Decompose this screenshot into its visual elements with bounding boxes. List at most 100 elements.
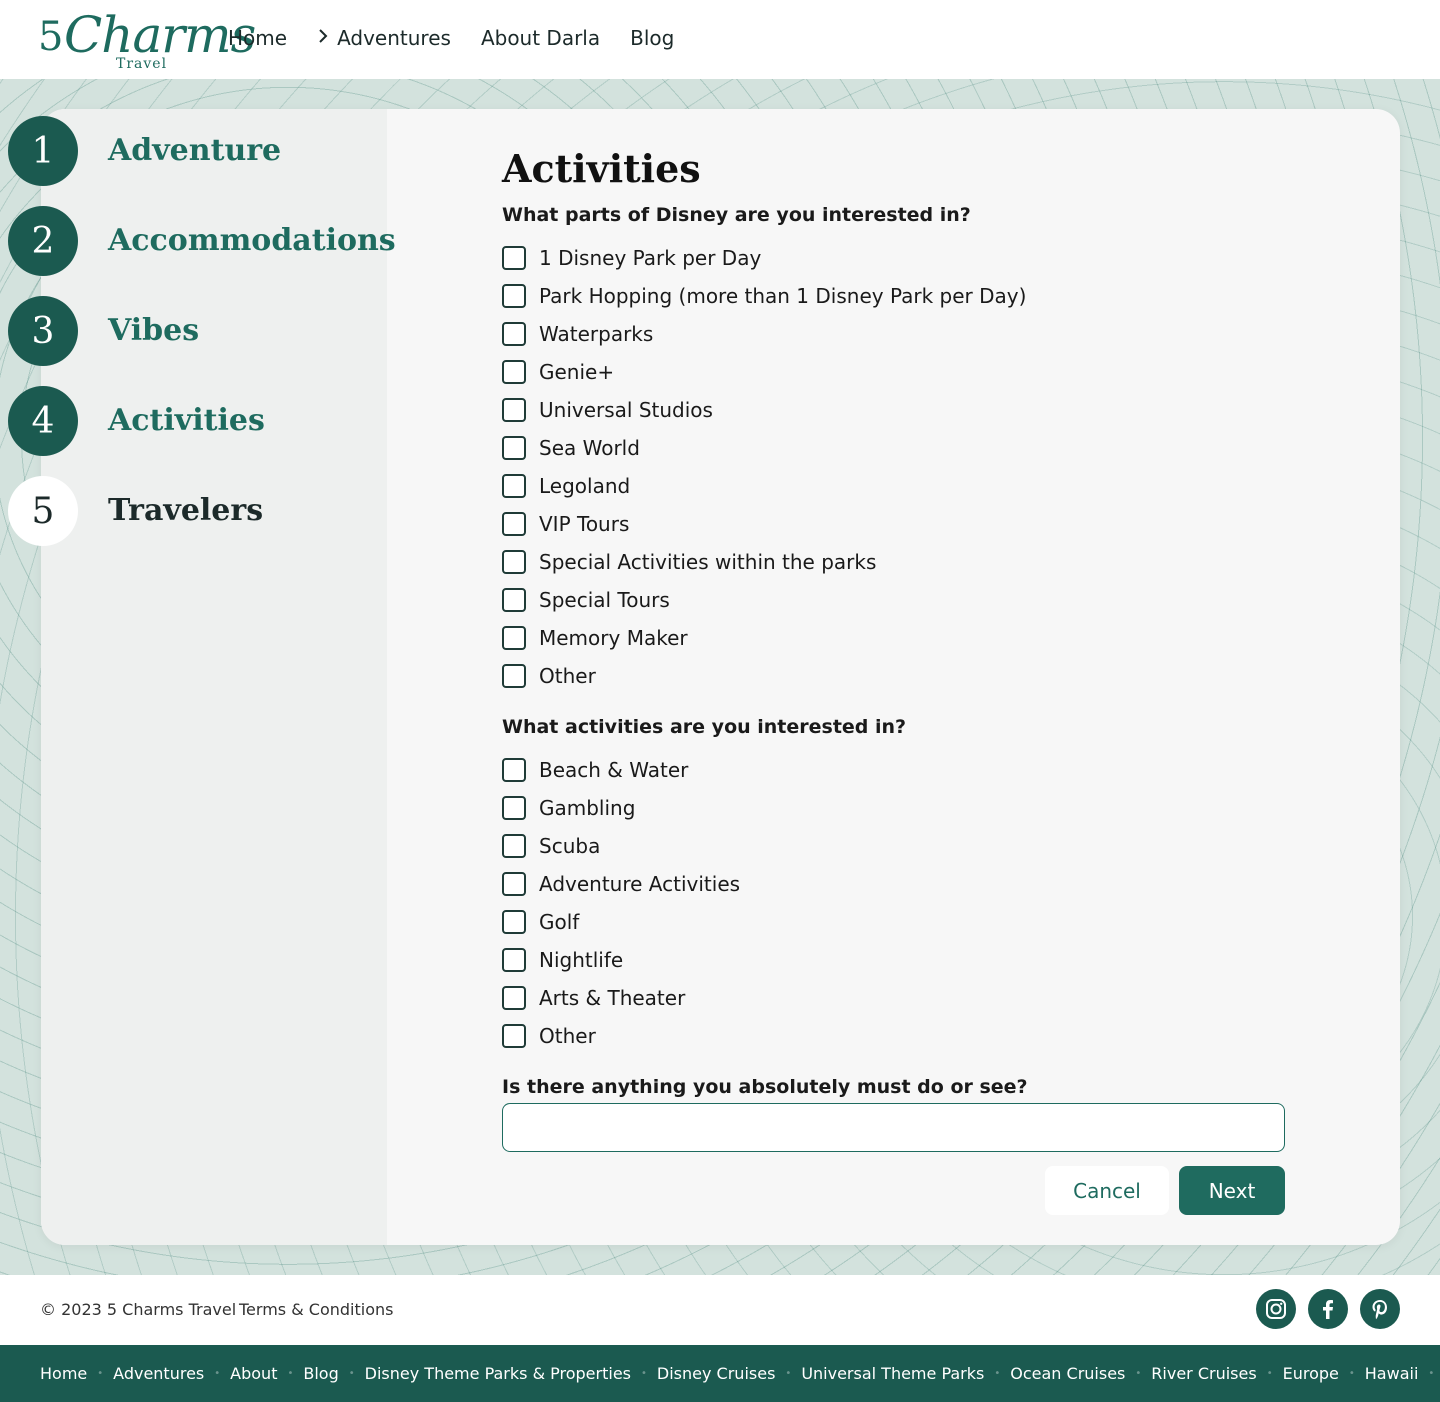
checkbox[interactable] (502, 284, 526, 308)
facebook-icon[interactable] (1308, 1289, 1348, 1329)
disney-option[interactable]: Special Tours (502, 581, 1286, 619)
checkbox-label: Waterparks (539, 322, 654, 346)
checkbox[interactable] (502, 512, 526, 536)
checkbox-label: Adventure Activities (539, 872, 741, 896)
disney-option[interactable]: Genie+ (502, 353, 1286, 391)
checkbox-label: Gambling (539, 796, 636, 820)
footer-link[interactable]: River Cruises (1151, 1364, 1256, 1383)
checkbox[interactable] (502, 398, 526, 422)
copyright-text: © 2023 5 Charms Travel (40, 1300, 237, 1319)
footer-separator: • (214, 1368, 221, 1379)
checkbox[interactable] (502, 322, 526, 346)
activity-option[interactable]: Adventure Activities (502, 865, 1286, 903)
footer-link[interactable]: Home (40, 1364, 87, 1383)
footer-separator: • (785, 1368, 792, 1379)
site-logo[interactable]: 5 Charms Travel (38, 4, 256, 74)
disney-option[interactable]: Memory Maker (502, 619, 1286, 657)
checkbox[interactable] (502, 834, 526, 858)
step-5[interactable]: 5 Travelers (8, 476, 263, 546)
must-do-input[interactable] (502, 1103, 1285, 1152)
main-nav: Home Adventures About Darla Blog (228, 26, 674, 50)
step-sidebar (41, 109, 387, 1245)
footer-link[interactable]: Disney Theme Parks & Properties (365, 1364, 631, 1383)
checkbox-label: Beach & Water (539, 758, 689, 782)
step-label: Accommodations (108, 223, 396, 258)
nav-adventures[interactable]: Adventures (317, 26, 451, 50)
footer-separator: • (1348, 1368, 1355, 1379)
checkbox-label: Special Tours (539, 588, 670, 612)
nav-home[interactable]: Home (228, 26, 287, 50)
checkbox-label: VIP Tours (539, 512, 630, 536)
footer-link[interactable]: Hawaii (1365, 1364, 1419, 1383)
nav-about[interactable]: About Darla (481, 26, 600, 50)
activity-option[interactable]: Scuba (502, 827, 1286, 865)
checkbox[interactable] (502, 796, 526, 820)
chevron-right-icon (317, 28, 329, 49)
footer-separator: • (287, 1368, 294, 1379)
form-actions: Cancel Next (1045, 1166, 1285, 1215)
disney-option[interactable]: Other (502, 657, 1286, 695)
checkbox[interactable] (502, 872, 526, 896)
step-number: 3 (8, 296, 78, 366)
activity-option[interactable]: Other (502, 1017, 1286, 1055)
checkbox[interactable] (502, 664, 526, 688)
disney-option[interactable]: Special Activities within the parks (502, 543, 1286, 581)
checkbox[interactable] (502, 550, 526, 574)
disney-option[interactable]: VIP Tours (502, 505, 1286, 543)
disney-option[interactable]: Park Hopping (more than 1 Disney Park pe… (502, 277, 1286, 315)
step-4[interactable]: 4 Activities (8, 386, 265, 456)
nav-blog[interactable]: Blog (630, 26, 674, 50)
terms-link[interactable]: Terms & Conditions (239, 1300, 393, 1319)
checkbox[interactable] (502, 910, 526, 934)
checkbox-label: Other (539, 664, 596, 688)
disney-options-list: 1 Disney Park per Day Park Hopping (more … (502, 239, 1286, 695)
question-disney-parts: What parts of Disney are you interested … (502, 204, 971, 226)
disney-option[interactable]: Universal Studios (502, 391, 1286, 429)
checkbox[interactable] (502, 758, 526, 782)
pinterest-icon[interactable] (1360, 1289, 1400, 1329)
disney-option[interactable]: Sea World (502, 429, 1286, 467)
footer-link[interactable]: Ocean Cruises (1010, 1364, 1125, 1383)
footer-link[interactable]: Blog (303, 1364, 338, 1383)
checkbox[interactable] (502, 986, 526, 1010)
activity-option[interactable]: Arts & Theater (502, 979, 1286, 1017)
footer: © 2023 5 Charms Travel Terms & Condition… (0, 1275, 1440, 1345)
step-label: Adventure (108, 133, 282, 168)
disney-option[interactable]: Waterparks (502, 315, 1286, 353)
checkbox[interactable] (502, 626, 526, 650)
question-must-do: Is there anything you absolutely must do… (502, 1076, 1028, 1098)
activity-option[interactable]: Gambling (502, 789, 1286, 827)
checkbox-label: 1 Disney Park per Day (539, 246, 762, 270)
checkbox-label: Sea World (539, 436, 640, 460)
step-3[interactable]: 3 Vibes (8, 296, 199, 366)
checkbox-label: Special Activities within the parks (539, 550, 877, 574)
logo-number: 5 (38, 14, 64, 60)
activity-option[interactable]: Nightlife (502, 941, 1286, 979)
footer-link[interactable]: Universal Theme Parks (801, 1364, 984, 1383)
checkbox[interactable] (502, 474, 526, 498)
activity-option[interactable]: Beach & Water (502, 751, 1286, 789)
checkbox[interactable] (502, 948, 526, 972)
footer-separator: • (994, 1368, 1001, 1379)
checkbox[interactable] (502, 246, 526, 270)
next-button[interactable]: Next (1179, 1166, 1285, 1215)
step-2[interactable]: 2 Accommodations (8, 206, 396, 276)
activity-option[interactable]: Golf (502, 903, 1286, 941)
footer-link[interactable]: About (230, 1364, 277, 1383)
step-1[interactable]: 1 Adventure (8, 116, 281, 186)
checkbox[interactable] (502, 1024, 526, 1048)
footer-link[interactable]: Disney Cruises (657, 1364, 776, 1383)
checkbox[interactable] (502, 588, 526, 612)
footer-separator: • (1266, 1368, 1273, 1379)
disney-option[interactable]: Legoland (502, 467, 1286, 505)
step-number: 2 (8, 206, 78, 276)
checkbox[interactable] (502, 360, 526, 384)
footer-link[interactable]: Adventures (113, 1364, 204, 1383)
instagram-icon[interactable] (1256, 1289, 1296, 1329)
footer-link[interactable]: Europe (1283, 1364, 1339, 1383)
checkbox[interactable] (502, 436, 526, 460)
disney-option[interactable]: 1 Disney Park per Day (502, 239, 1286, 277)
cancel-button[interactable]: Cancel (1045, 1166, 1169, 1215)
activity-options-list: Beach & Water Gambling Scuba Adventure Acti… (502, 751, 1286, 1055)
checkbox-label: Nightlife (539, 948, 624, 972)
